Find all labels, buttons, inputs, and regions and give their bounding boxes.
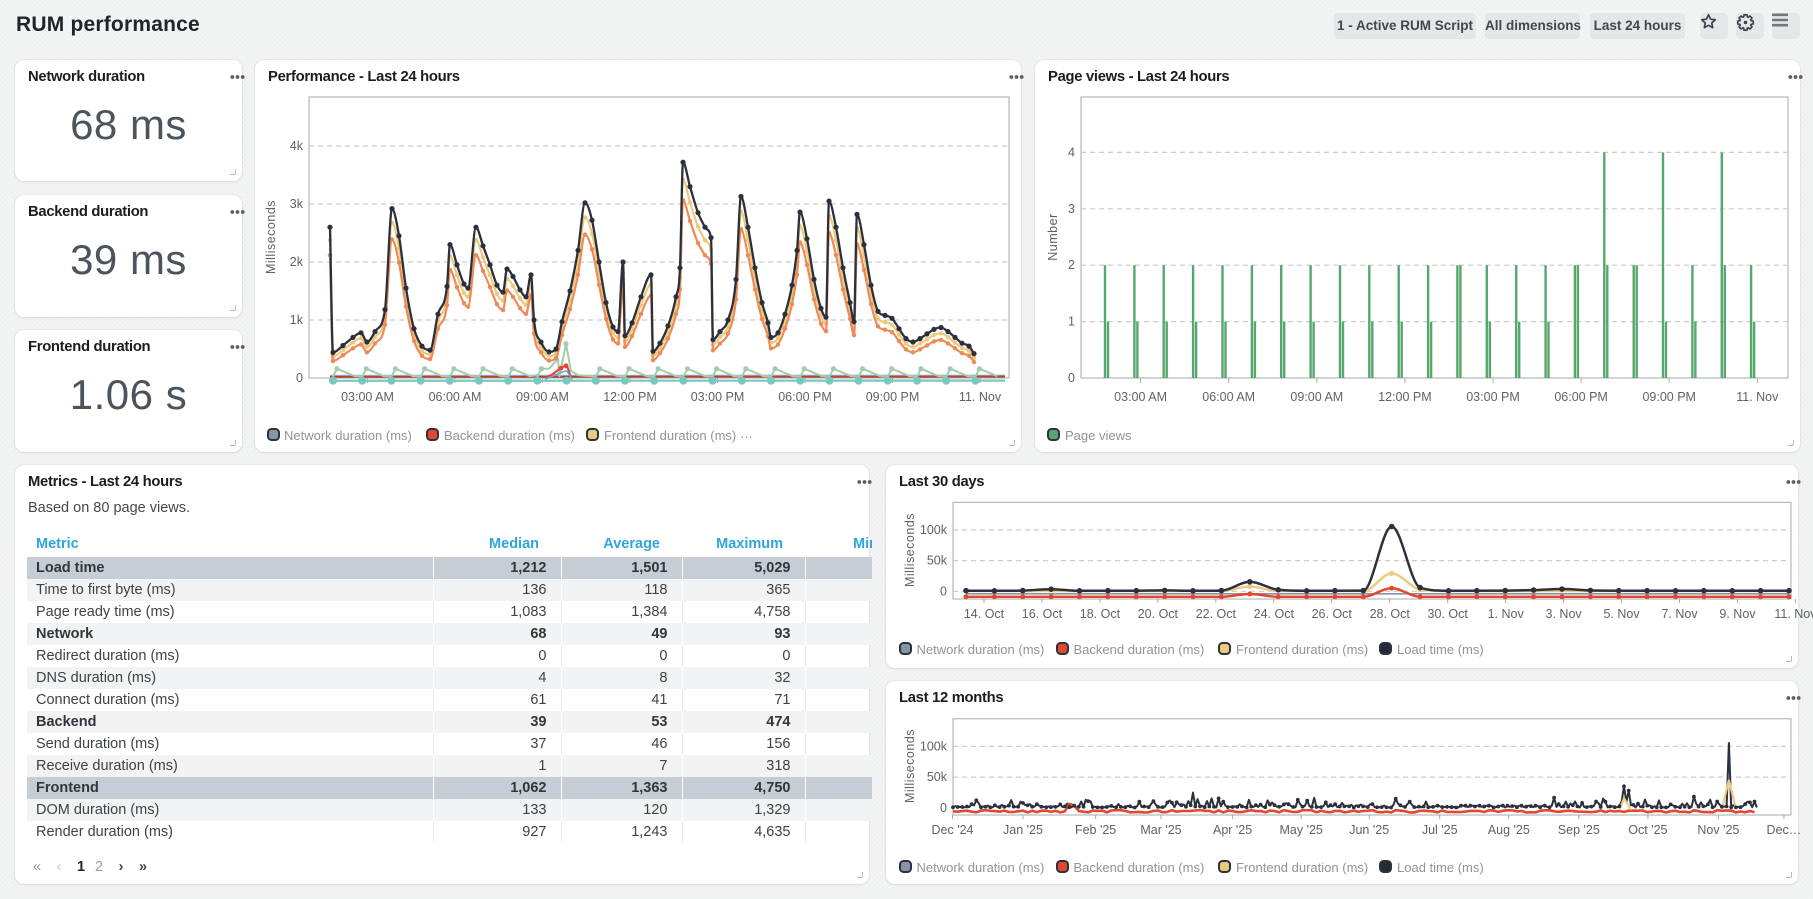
svg-text:Oct '25: Oct '25 [1628,823,1667,837]
svg-text:09:00 AM: 09:00 AM [516,390,569,404]
svg-text:Apr '25: Apr '25 [1213,823,1252,837]
svg-text:Sep '25: Sep '25 [1558,823,1600,837]
svg-text:2k: 2k [290,255,304,269]
svg-text:4k: 4k [290,139,304,153]
svg-text:16. Oct: 16. Oct [1022,607,1063,621]
svg-text:1: 1 [1068,315,1075,329]
svg-text:Mar '25: Mar '25 [1140,823,1181,837]
svg-text:Aug '25: Aug '25 [1488,823,1530,837]
svg-text:Nov '25: Nov '25 [1697,823,1739,837]
svg-text:12:00 PM: 12:00 PM [603,390,657,404]
svg-text:1k: 1k [290,313,304,327]
svg-text:12:00 PM: 12:00 PM [1378,390,1432,404]
svg-text:03:00 PM: 03:00 PM [691,390,745,404]
svg-text:50k: 50k [927,554,948,568]
svg-text:28. Oct: 28. Oct [1370,607,1411,621]
svg-text:0: 0 [940,584,947,598]
svg-text:Milliseconds: Milliseconds [264,200,278,274]
svg-text:09:00 AM: 09:00 AM [1290,390,1343,404]
svg-text:50k: 50k [927,770,948,784]
svg-text:0: 0 [296,371,303,385]
svg-text:09:00 PM: 09:00 PM [1642,390,1696,404]
svg-text:Jan '25: Jan '25 [1003,823,1043,837]
svg-text:Feb '25: Feb '25 [1075,823,1116,837]
svg-text:100k: 100k [920,739,948,753]
svg-text:11. Nov: 11. Nov [959,390,1002,404]
svg-text:14. Oct: 14. Oct [964,607,1005,621]
svg-text:22. Oct: 22. Oct [1196,607,1237,621]
svg-text:11. Nov: 11. Nov [1736,390,1779,404]
svg-text:11. Nov: 11. Nov [1774,607,1813,621]
svg-text:20. Oct: 20. Oct [1138,607,1179,621]
svg-text:3k: 3k [290,197,304,211]
svg-text:24. Oct: 24. Oct [1254,607,1295,621]
svg-text:2: 2 [1068,258,1075,272]
svg-text:Number: Number [1046,213,1060,260]
svg-text:Milliseconds: Milliseconds [903,513,917,587]
svg-text:Dec…: Dec… [1767,823,1802,837]
svg-text:4: 4 [1068,145,1075,159]
svg-text:100k: 100k [920,523,948,537]
svg-text:0: 0 [940,801,947,815]
svg-text:26. Oct: 26. Oct [1312,607,1353,621]
svg-text:06:00 AM: 06:00 AM [429,390,482,404]
svg-text:06:00 PM: 06:00 PM [778,390,832,404]
svg-text:03:00 AM: 03:00 AM [1114,390,1167,404]
svg-text:3: 3 [1068,202,1075,216]
svg-text:06:00 PM: 06:00 PM [1554,390,1608,404]
svg-text:09:00 PM: 09:00 PM [866,390,920,404]
svg-text:0: 0 [1068,371,1075,385]
svg-text:Milliseconds: Milliseconds [903,729,917,803]
svg-text:30. Oct: 30. Oct [1428,607,1469,621]
svg-text:1. Nov: 1. Nov [1488,607,1525,621]
svg-text:18. Oct: 18. Oct [1080,607,1121,621]
svg-text:Dec '24: Dec '24 [932,823,974,837]
svg-text:May '25: May '25 [1280,823,1323,837]
svg-text:03:00 AM: 03:00 AM [341,390,394,404]
svg-text:9. Nov: 9. Nov [1719,607,1756,621]
svg-text:3. Nov: 3. Nov [1546,607,1583,621]
svg-text:06:00 AM: 06:00 AM [1202,390,1255,404]
svg-text:03:00 PM: 03:00 PM [1466,390,1520,404]
svg-text:5. Nov: 5. Nov [1603,607,1640,621]
svg-text:Jul '25: Jul '25 [1422,823,1458,837]
svg-text:Jun '25: Jun '25 [1349,823,1389,837]
svg-text:7. Nov: 7. Nov [1661,607,1698,621]
